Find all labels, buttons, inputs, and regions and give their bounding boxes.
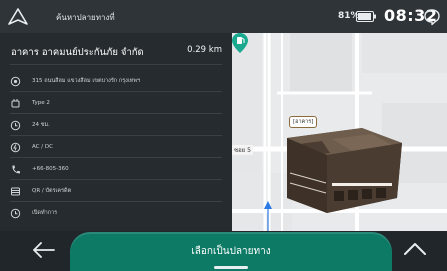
charger-icon	[10, 142, 21, 152]
search-field[interactable]: ค้นหาปลายทางที่	[56, 11, 115, 24]
detail-text[interactable]: +66-805-360	[32, 166, 69, 172]
chevron-up-icon[interactable]	[400, 234, 430, 264]
info-icon	[10, 208, 21, 218]
detail-text: 24 ชม.	[32, 122, 50, 128]
detail-text: เปิดทำการ	[32, 210, 58, 216]
road-label: ซอย 5	[232, 145, 253, 155]
detail-plug: Type 2	[10, 95, 50, 111]
location-icon	[10, 76, 21, 86]
detail-hours: 24 ชม.	[10, 117, 50, 133]
plug-icon	[11, 98, 20, 107]
fuel-station-icon[interactable]	[232, 33, 248, 53]
detail-address: 315 ถนนสีลม แขวงสีลม เขตบางรัก กรุงเทพฯ	[10, 73, 140, 89]
clock-icon	[10, 120, 21, 130]
map-canvas[interactable]	[232, 33, 447, 238]
detail-text: AC / DC	[32, 144, 53, 150]
back-arrow-icon[interactable]	[30, 236, 58, 264]
status-bar: ค้นหาปลายทางที่ 81% 08:32	[0, 0, 447, 33]
chat-icon[interactable]	[423, 8, 441, 26]
building-3d[interactable]	[287, 128, 402, 213]
divider	[10, 91, 222, 92]
poi-title: อาคาร อาคมนย์ประกันภัย จำกัด	[11, 47, 144, 58]
poi-distance: 0.29 km	[187, 45, 222, 55]
detail-text: Type 2	[32, 100, 50, 106]
divider	[10, 64, 222, 65]
card-icon	[11, 187, 20, 195]
detail-charger: AC / DC	[10, 139, 53, 155]
divider	[10, 113, 222, 114]
divider	[10, 179, 222, 180]
set-destination-button[interactable]: เลือกเป็นปลายทาง	[70, 232, 392, 271]
poi-info-panel: อาคาร อาคมนย์ประกันภัย จำกัด 0.29 km 315…	[0, 33, 232, 238]
navigation-arrow-icon[interactable]	[7, 6, 29, 28]
detail-phone: +66-805-360	[10, 161, 69, 177]
detail-text: QR / บัตรเครดิต	[32, 188, 72, 194]
phone-icon	[12, 165, 20, 173]
map-view[interactable]: [อาคาร] ซอย 5	[232, 33, 447, 238]
divider	[10, 201, 222, 202]
set-destination-label: เลือกเป็นปลายทาง	[191, 246, 271, 257]
divider	[10, 135, 222, 136]
detail-status: เปิดทำการ	[10, 205, 57, 221]
detail-text: 315 ถนนสีลม แขวงสีลม เขตบางรัก กรุงเทพฯ	[32, 78, 141, 84]
divider	[10, 157, 222, 158]
building-label[interactable]: [อาคาร]	[289, 116, 318, 128]
detail-payment: QR / บัตรเครดิต	[10, 183, 71, 199]
battery-icon	[356, 11, 376, 22]
drag-handle[interactable]	[214, 266, 248, 269]
